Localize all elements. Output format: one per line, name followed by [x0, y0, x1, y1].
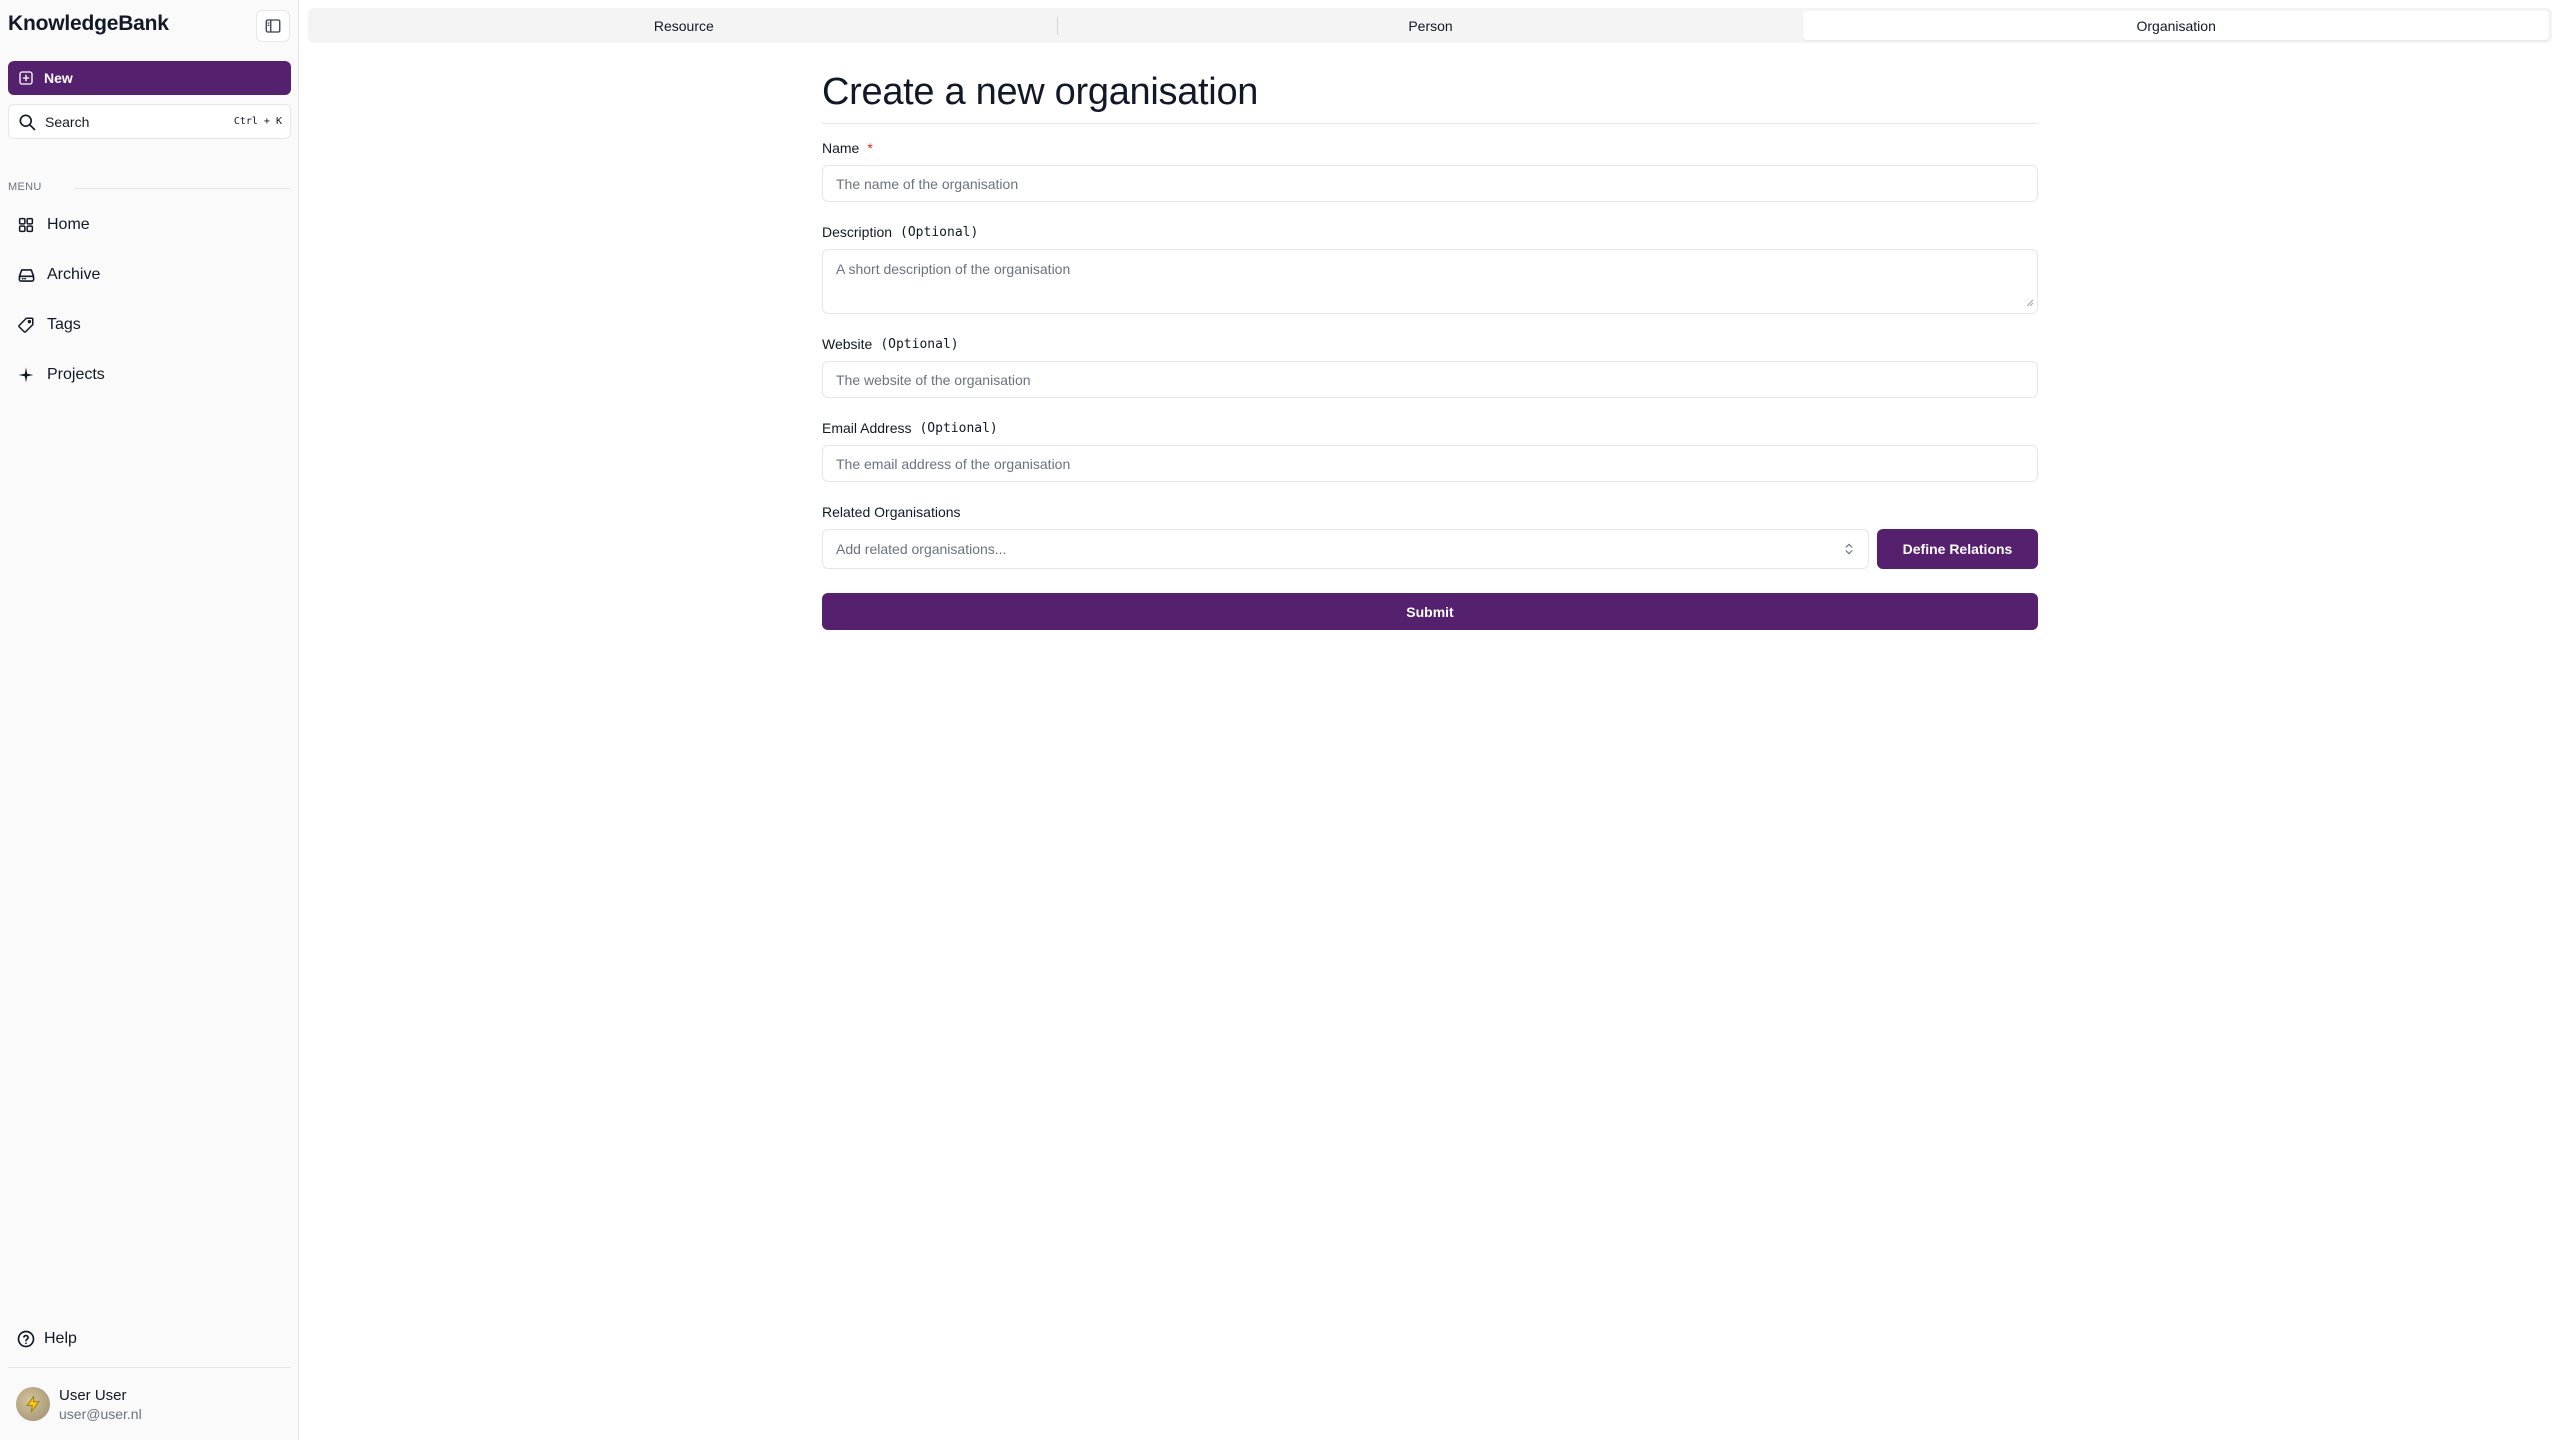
tab-organisation[interactable]: Organisation	[1803, 11, 2550, 40]
optional-marker: (Optional)	[919, 420, 998, 436]
sidebar-item-label: Projects	[47, 366, 105, 383]
description-label-text: Description	[822, 224, 893, 240]
sidebar-item-projects[interactable]: Projects	[8, 356, 291, 394]
description-placeholder: A short description of the organisation	[836, 261, 1071, 277]
new-button[interactable]: New	[8, 61, 291, 95]
menu-divider	[74, 188, 291, 189]
email-label-text: Email Address	[822, 420, 912, 436]
help-label: Help	[44, 1330, 77, 1347]
website-label: Website (Optional)	[822, 334, 2038, 354]
inbox-icon	[17, 266, 37, 285]
tab-person[interactable]: Person	[1058, 11, 1804, 40]
user-email: user@user.nl	[59, 1405, 142, 1422]
create-organisation-form: Create a new organisation Name * The nam…	[822, 66, 2038, 630]
sidebar-item-tags[interactable]: Tags	[8, 306, 291, 344]
sidebar-item-label: Home	[47, 216, 90, 233]
email-label: Email Address (Optional)	[822, 418, 2038, 438]
tab-resource[interactable]: Resource	[311, 11, 1057, 40]
search-shortcut: Ctrl + K	[233, 116, 282, 127]
help-circle-icon	[16, 1329, 36, 1349]
description-label: Description (Optional)	[822, 222, 2038, 242]
related-organisations-select[interactable]: Add related organisations...	[822, 529, 1869, 569]
menu-section-label: MENU	[8, 181, 42, 193]
related-organisations-placeholder: Add related organisations...	[836, 541, 1007, 557]
page-title: Create a new organisation	[822, 71, 1259, 113]
search-button[interactable]: Search Ctrl + K	[8, 104, 291, 139]
submit-button[interactable]: Submit	[822, 593, 2038, 630]
name-label-text: Name	[822, 140, 860, 156]
related-organisations-label: Related Organisations	[822, 504, 961, 520]
name-label: Name *	[822, 138, 2038, 158]
optional-marker: (Optional)	[900, 224, 979, 240]
user-menu[interactable]: User User user@user.nl	[8, 1378, 291, 1430]
tag-icon	[17, 316, 37, 334]
footer-divider	[8, 1367, 291, 1368]
sidebar-toggle-button[interactable]	[256, 10, 290, 42]
new-button-label: New	[44, 70, 73, 86]
user-name: User User	[59, 1386, 127, 1404]
name-input[interactable]: The name of the organisation	[822, 165, 2038, 202]
website-input[interactable]: The website of the organisation	[822, 361, 2038, 398]
sidebar-item-home[interactable]: Home	[8, 206, 291, 244]
help-button[interactable]: Help	[8, 1321, 291, 1357]
grid-icon	[17, 216, 37, 234]
title-divider	[822, 123, 2038, 124]
sidebar-toggle-icon	[264, 17, 282, 35]
required-marker: *	[867, 140, 873, 156]
resize-grip-icon[interactable]	[2026, 294, 2034, 310]
avatar	[16, 1387, 50, 1421]
sparkle-icon	[17, 366, 37, 384]
sidebar: KnowledgeBank New Search Ctrl + K MENU H…	[0, 0, 299, 1440]
email-input[interactable]: The email address of the organisation	[822, 445, 2038, 482]
optional-marker: (Optional)	[880, 336, 959, 352]
chevrons-up-down-icon	[1842, 542, 1856, 556]
website-label-text: Website	[822, 336, 873, 352]
sidebar-item-label: Tags	[47, 316, 81, 333]
app-brand: KnowledgeBank	[8, 12, 169, 35]
plus-square-icon	[18, 70, 34, 86]
define-relations-button[interactable]: Define Relations	[1877, 529, 2038, 569]
sidebar-item-label: Archive	[47, 266, 101, 283]
search-label: Search	[45, 113, 90, 130]
related-organisations-row: Add related organisations... Define Rela…	[822, 529, 2038, 569]
entity-type-tabs: Resource Person Organisation	[308, 8, 2552, 43]
sidebar-item-archive[interactable]: Archive	[8, 256, 291, 294]
description-textarea[interactable]: A short description of the organisation	[822, 249, 2038, 314]
search-icon	[17, 112, 37, 132]
